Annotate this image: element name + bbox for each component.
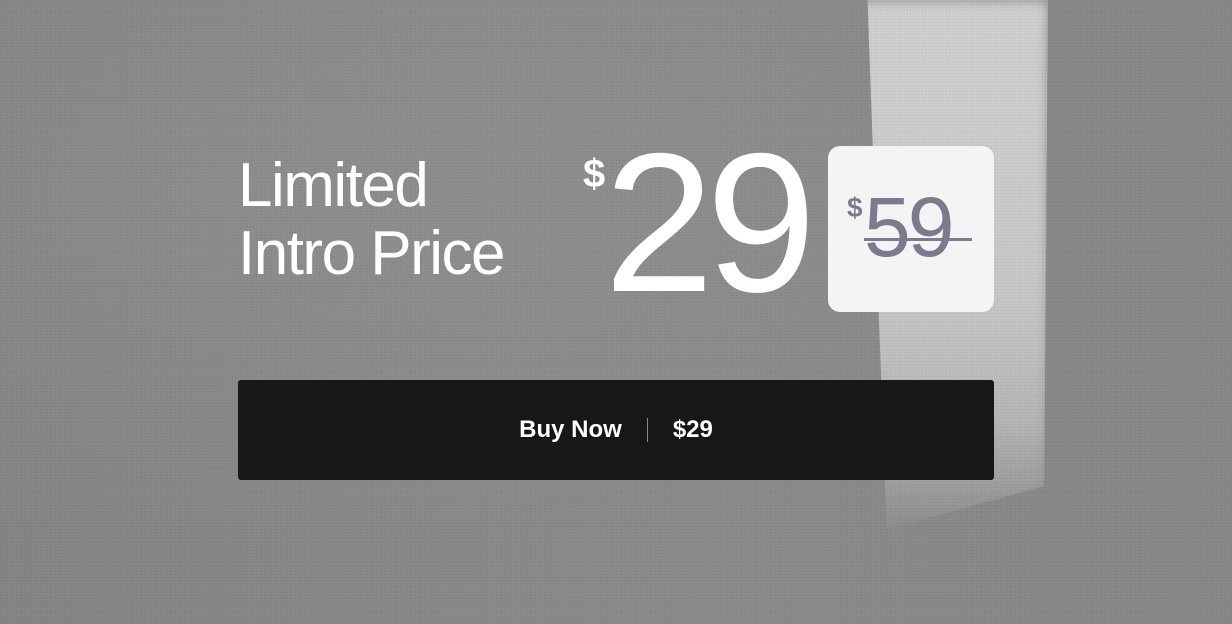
original-price-card: $ 59 [828, 146, 994, 312]
buy-button-label: Buy Now [519, 416, 622, 443]
original-price-amount: 59 [864, 180, 954, 274]
original-price-currency: $ [847, 192, 863, 223]
current-price-currency: $ [583, 152, 606, 196]
buy-now-button[interactable]: Buy Now $29 [238, 380, 994, 480]
headline-line-1: Limited [238, 151, 429, 220]
strikethrough-line [864, 238, 972, 241]
button-divider [646, 418, 648, 442]
buy-button-price: $29 [672, 416, 713, 443]
headline: Limited Intro Price [238, 151, 506, 288]
headline-line-2: Intro Price [238, 219, 506, 288]
current-price-amount: 29 [604, 112, 816, 333]
